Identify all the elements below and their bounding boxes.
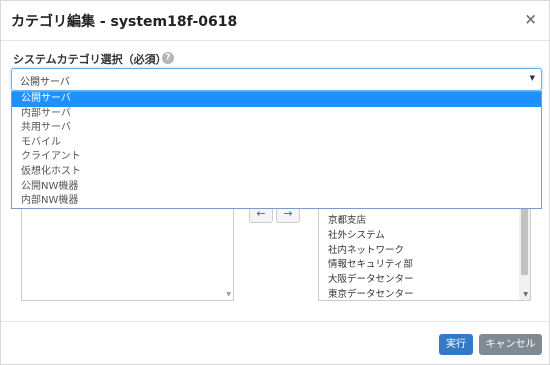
scrollbar-thumb[interactable] xyxy=(521,205,528,275)
system-category-label: システムカテゴリ選択（必須） xyxy=(13,53,167,66)
available-list-scrollbar[interactable]: ▼ xyxy=(223,201,233,300)
close-button[interactable]: × xyxy=(524,10,537,28)
assigned-list[interactable]: 京都支店 社外システム 社内ネットワーク 情報セキュリティ部 大阪データセンター… xyxy=(318,201,531,301)
list-item[interactable]: 大阪データセンター xyxy=(328,271,414,285)
dropdown-option[interactable]: 公開サーバ xyxy=(12,92,541,107)
modal-title: カテゴリ編集 - system18f-0618 xyxy=(11,14,238,30)
modal-header: カテゴリ編集 - system18f-0618 × xyxy=(1,1,549,41)
category-dropdown: 公開サーバ 内部サーバ 共用サーバ モバイル クライアント 仮想化ホスト 公開N… xyxy=(11,91,542,209)
dropdown-option[interactable]: 共用サーバ xyxy=(12,121,541,136)
system-category-select[interactable]: 公開サーバ ▼ xyxy=(11,68,542,91)
dropdown-option[interactable]: 内部サーバ xyxy=(12,107,541,122)
assigned-list-scrollbar[interactable]: ▼ xyxy=(519,201,530,300)
dropdown-option[interactable]: 仮想化ホスト xyxy=(12,165,541,180)
list-item[interactable]: 京都支店 xyxy=(328,212,366,226)
execute-button[interactable]: 実行 xyxy=(439,334,473,355)
list-item[interactable]: 社外システム xyxy=(328,227,385,241)
available-list[interactable]: ▼ xyxy=(21,201,234,301)
dropdown-option[interactable]: クライアント xyxy=(12,150,541,165)
list-item[interactable]: 社内ネットワーク xyxy=(328,242,404,256)
list-item[interactable]: 東京データセンター xyxy=(328,286,414,300)
cancel-button[interactable]: キャンセル xyxy=(479,334,542,355)
select-value: 公開サーバ xyxy=(20,77,70,88)
dropdown-option[interactable]: 公開NW機器 xyxy=(12,180,541,195)
dropdown-option[interactable]: 内部NW機器 xyxy=(12,194,541,209)
dropdown-option[interactable]: モバイル xyxy=(12,136,541,151)
footer-divider xyxy=(1,321,549,322)
category-edit-modal: カテゴリ編集 - system18f-0618 × システムカテゴリ選択（必須）… xyxy=(0,0,550,365)
scroll-down-arrow-icon[interactable]: ▼ xyxy=(226,291,231,298)
question-circle-icon[interactable]: ? xyxy=(162,52,174,64)
scroll-down-arrow-icon[interactable]: ▼ xyxy=(523,291,528,298)
list-item[interactable]: 情報セキュリティ部 xyxy=(328,256,413,270)
caret-down-icon: ▼ xyxy=(529,74,535,82)
